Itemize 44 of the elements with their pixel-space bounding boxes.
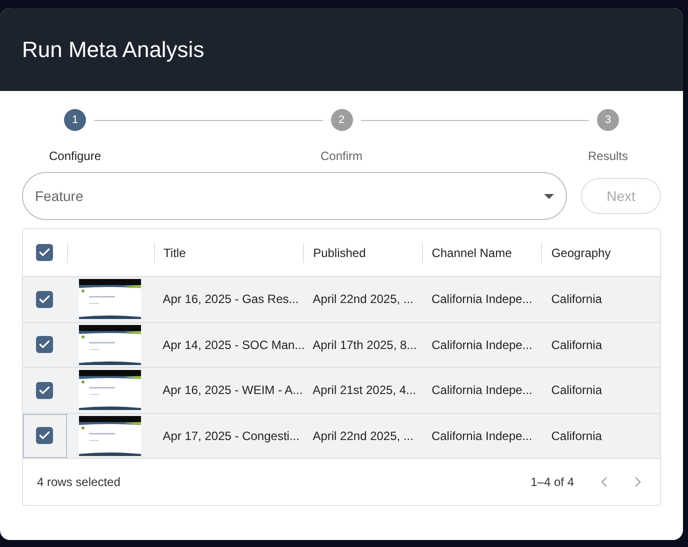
table-cell: California (551, 292, 602, 306)
feature-select[interactable]: Feature (22, 172, 567, 220)
page-range: 1–4 of 4 (530, 474, 574, 491)
table-cell: Apr 17, 2025 - Congesti... (162, 428, 300, 443)
checkbox[interactable] (36, 382, 54, 399)
column-header[interactable]: Channel Name (432, 244, 512, 262)
step-number: 2 (330, 109, 352, 131)
step-label: Results (588, 148, 628, 165)
table-row[interactable]: Apr 16, 2025 - WEIM - A... April 21st 2025, 4... California Indepe... California (23, 368, 660, 414)
check-icon (38, 384, 52, 397)
checkbox[interactable] (36, 290, 54, 308)
table-cell: California (551, 428, 602, 443)
table-cell: California Indepe... (431, 292, 532, 306)
table-cell: California Indepe... (431, 428, 532, 443)
step-number: 3 (597, 109, 619, 131)
checkbox[interactable] (36, 244, 54, 261)
table-row[interactable]: Apr 14, 2025 - SOC Man... April 17th 2025, 8... California Indepe... California (23, 322, 660, 368)
step-label: Configure (48, 148, 102, 165)
table-cell: California (551, 383, 602, 398)
column-header[interactable]: Geography (551, 244, 611, 262)
table-cell: California Indepe... (432, 338, 532, 352)
table-cell: Apr 16, 2025 - Gas Res... (162, 292, 299, 306)
dropdown-caret-icon (544, 194, 554, 198)
table-cell: Apr 16, 2025 - WEIM - A... (162, 383, 303, 398)
table-cell: April 22nd 2025, ... (312, 292, 414, 306)
table-row[interactable]: Apr 17, 2025 - Congesti... April 22nd 2025, ... California Indepe... California (23, 414, 660, 459)
column-header[interactable]: Title (164, 244, 186, 262)
step-number: 1 (64, 109, 86, 131)
table-cell: April 17th 2025, 8... (312, 338, 417, 352)
checkbox[interactable] (36, 427, 54, 444)
checkbox[interactable] (36, 336, 54, 354)
selection-count: 4 rows selected (37, 474, 122, 491)
table-cell: California (551, 338, 602, 352)
table-cell: April 22nd 2025, ... (312, 428, 414, 443)
step-label: Confirm (320, 148, 363, 165)
table-cell: April 21st 2025, 4... (312, 383, 416, 398)
select-placeholder: Feature (35, 186, 84, 206)
table-row[interactable]: Apr 16, 2025 - Gas Res... April 22nd 2025, ... California Indepe... California (23, 277, 660, 322)
dialog-title: Run Meta Analysis (22, 36, 204, 64)
column-header[interactable]: Published (313, 244, 366, 262)
check-icon (38, 292, 52, 306)
check-icon (38, 246, 52, 259)
table-cell: California Indepe... (432, 383, 532, 398)
table-cell: Apr 14, 2025 - SOC Man... (162, 338, 305, 352)
